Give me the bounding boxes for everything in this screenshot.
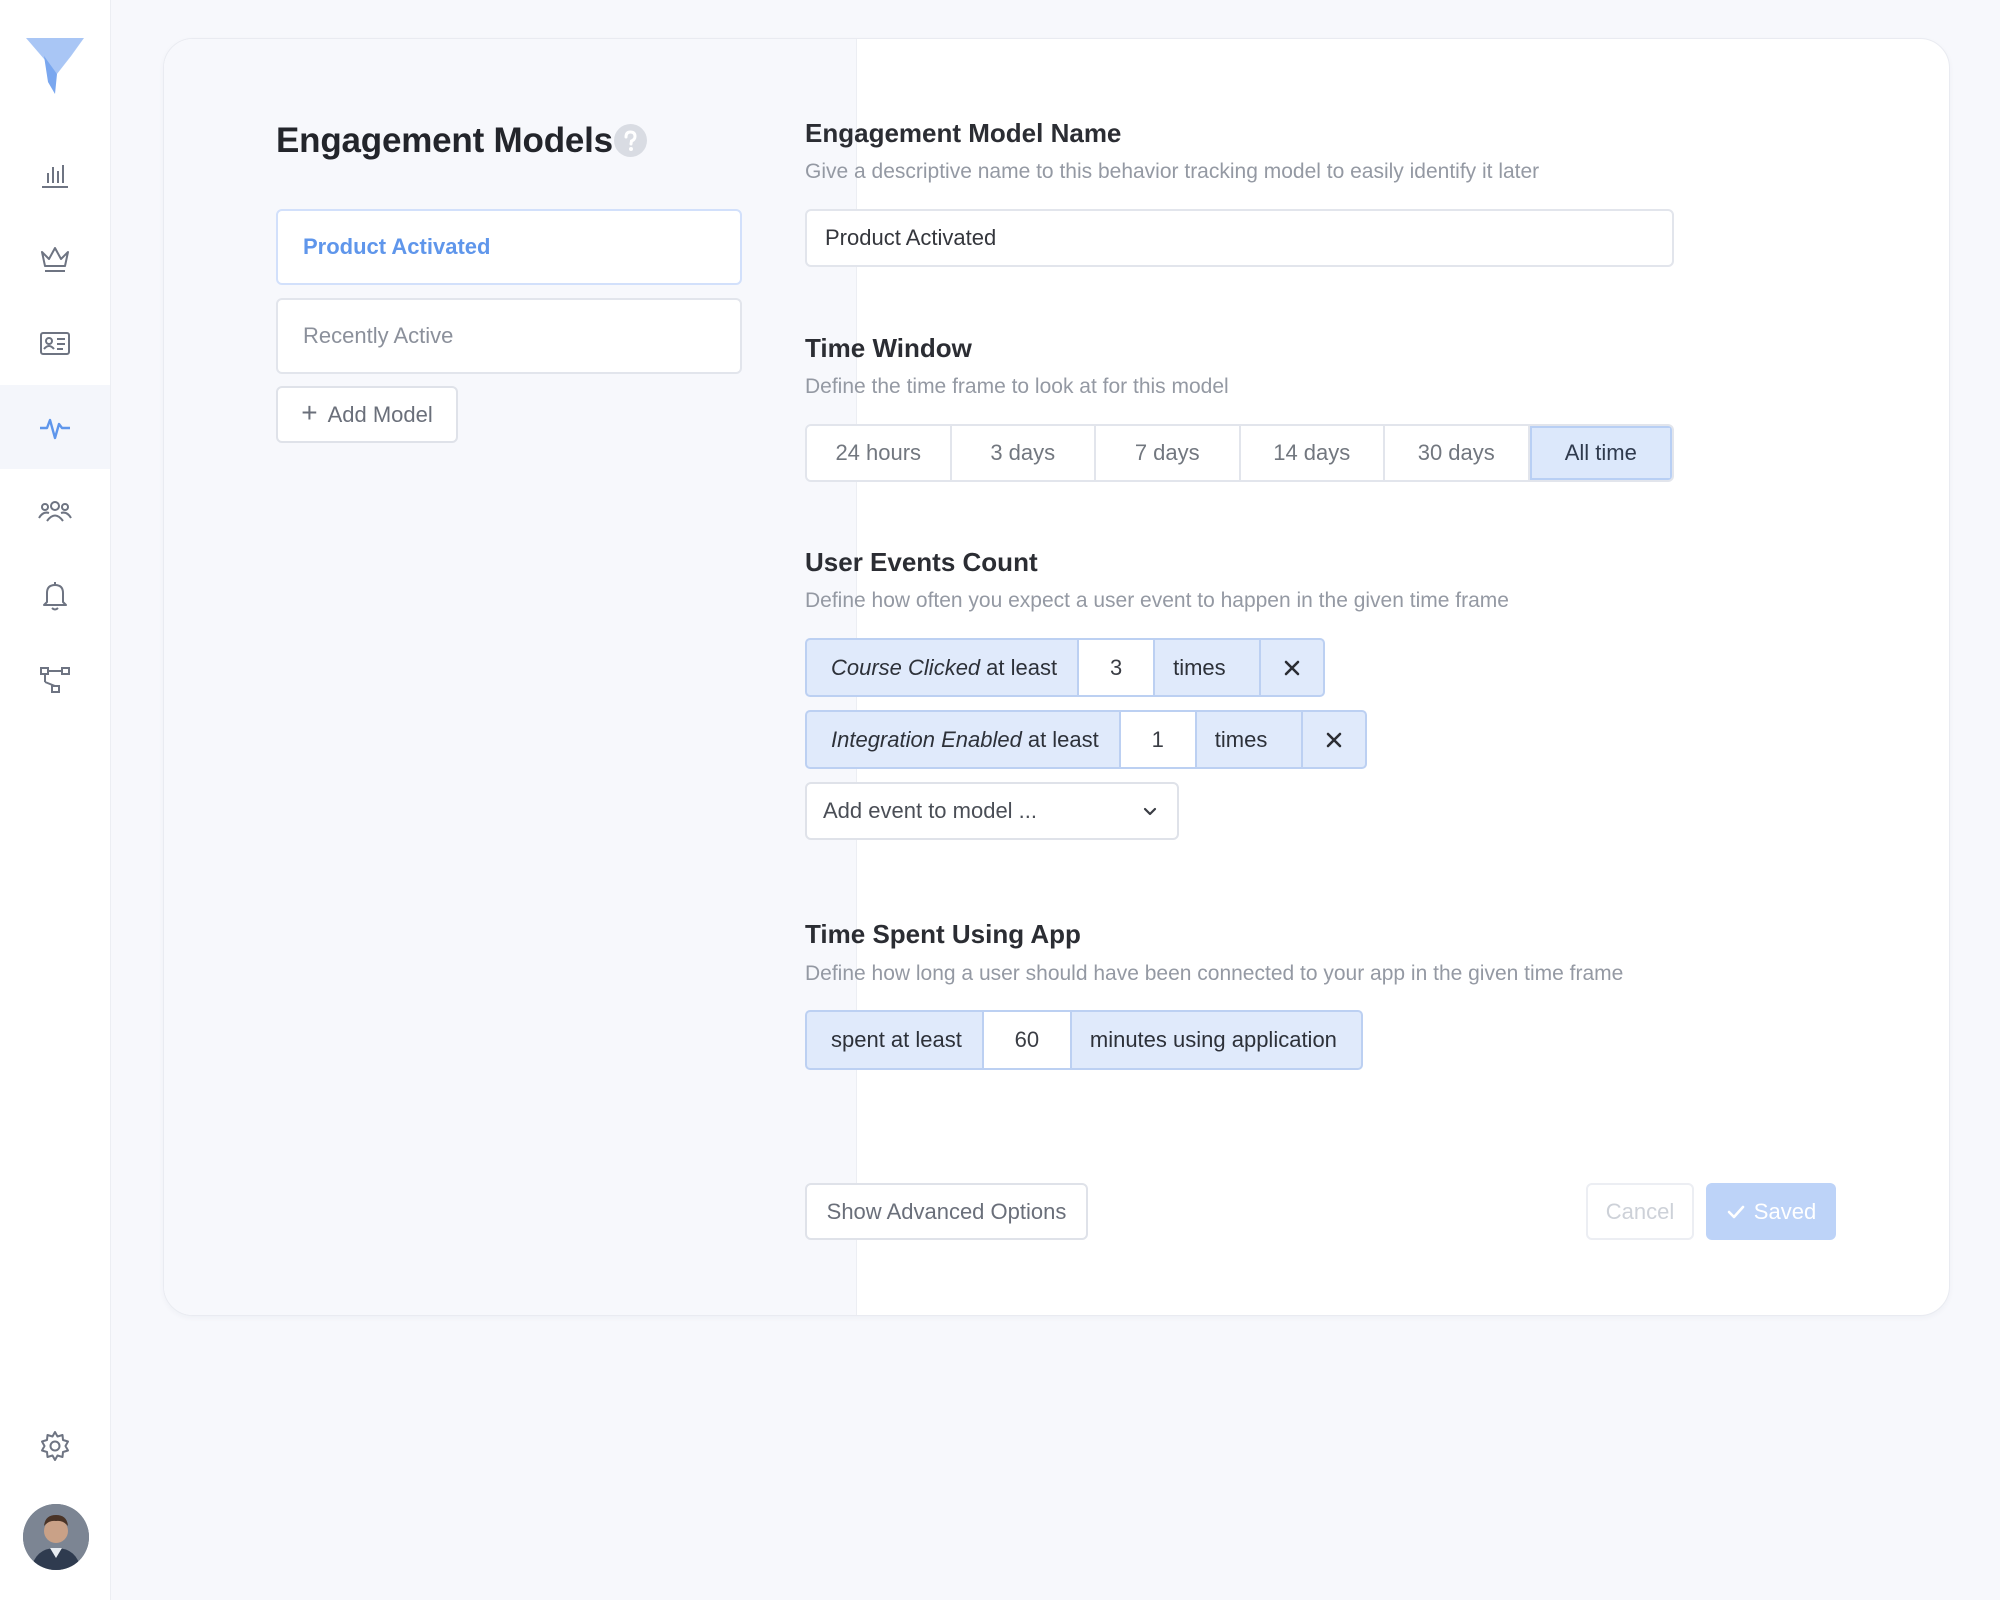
sidebar-item-analytics[interactable] (0, 133, 110, 217)
time-option-7-days[interactable]: 7 days (1096, 426, 1241, 480)
remove-event-button[interactable] (1303, 712, 1365, 767)
saved-button[interactable]: Saved (1706, 1183, 1836, 1240)
saved-label: Saved (1753, 1198, 1817, 1224)
time-option-all-time[interactable]: All time (1529, 426, 1672, 480)
close-icon (1284, 660, 1300, 675)
model-name-title: Engagement Model Name (805, 118, 1122, 148)
close-icon (1326, 732, 1342, 747)
sidebar-item-engagement[interactable] (0, 385, 110, 469)
time-spent-description: Define how long a user should have been … (805, 962, 1624, 985)
event-rule-label: Integration Enabled at least (807, 712, 1119, 767)
check-icon (1727, 1205, 1745, 1218)
event-count-input[interactable]: 1 (1118, 712, 1197, 767)
time-spent-prefix: spent at least (831, 1027, 962, 1052)
time-window-title: Time Window (805, 333, 972, 363)
time-spent-input[interactable]: 60 (981, 1012, 1072, 1068)
cancel-button[interactable]: Cancel (1586, 1183, 1694, 1240)
time-option-14-days[interactable]: 14 days (1240, 426, 1385, 480)
sidebar-item-premium[interactable] (0, 217, 110, 301)
event-rule-label: Course Clicked at least (807, 640, 1077, 695)
event-name: Integration Enabled (831, 726, 1022, 752)
page-title: Engagement Models (276, 121, 613, 160)
add-model-button[interactable]: + Add Model (276, 386, 458, 443)
add-event-placeholder: Add event to model ... (823, 798, 1038, 823)
contact-card-icon (40, 332, 70, 355)
event-qualifier: at least (986, 654, 1058, 680)
bar-chart-icon (42, 165, 68, 188)
time-option-3-days[interactable]: 3 days (951, 426, 1096, 480)
sidebar-item-notifications[interactable] (0, 553, 110, 637)
events-count-title: User Events Count (805, 547, 1038, 577)
sidebar-item-users[interactable] (0, 469, 110, 553)
time-option-24-hours[interactable]: 24 hours (807, 426, 952, 480)
chevron-down-icon (1143, 807, 1157, 816)
activity-pulse-icon (40, 418, 70, 440)
crown-icon (41, 247, 69, 272)
sidebar-item-contacts[interactable] (0, 301, 110, 385)
time-window-options: 24 hours 3 days 7 days 14 days 30 days A… (805, 424, 1674, 482)
event-count-input[interactable]: 3 (1077, 640, 1156, 695)
event-unit: times (1155, 640, 1262, 695)
flow-hierarchy-icon (40, 667, 70, 693)
users-icon (38, 501, 72, 522)
event-qualifier: at least (1027, 726, 1099, 752)
plus-icon: + (301, 397, 318, 428)
gear-icon (41, 1431, 69, 1461)
sidebar-item-flows[interactable] (0, 637, 110, 721)
help-icon[interactable] (613, 123, 648, 158)
models-list-pane: Engagement Models Product Activated Rece… (164, 39, 857, 1315)
model-name-description: Give a descriptive name to this behavior… (805, 160, 1540, 183)
model-item-recently-active[interactable]: Recently Active (276, 298, 742, 374)
model-name-input[interactable] (805, 209, 1674, 267)
remove-event-button[interactable] (1261, 640, 1323, 695)
sidebar (0, 0, 111, 1600)
time-option-30-days[interactable]: 30 days (1385, 426, 1530, 480)
add-model-label: Add Model (327, 401, 433, 427)
avatar[interactable] (23, 1504, 89, 1570)
show-advanced-options-button[interactable]: Show Advanced Options (805, 1183, 1088, 1240)
event-rule-row: Course Clicked at least 3 times (805, 638, 1326, 697)
event-unit: times (1197, 712, 1303, 767)
time-spent-rule: spent at least 60 minutes using applicat… (805, 1010, 1363, 1070)
events-count-description: Define how often you expect a user event… (805, 589, 1509, 612)
funnel-logo-icon[interactable] (24, 34, 86, 96)
time-spent-title: Time Spent Using App (805, 919, 1081, 949)
model-item-product-activated[interactable]: Product Activated (276, 209, 742, 285)
sidebar-item-settings[interactable] (0, 1404, 110, 1488)
add-event-select[interactable]: Add event to model ... (805, 782, 1179, 840)
bell-icon (43, 582, 67, 611)
time-window-description: Define the time frame to look at for thi… (805, 375, 1229, 398)
event-name: Course Clicked (831, 654, 981, 680)
time-spent-suffix: minutes using application (1089, 1027, 1337, 1052)
event-rule-row: Integration Enabled at least 1 times (805, 710, 1367, 769)
